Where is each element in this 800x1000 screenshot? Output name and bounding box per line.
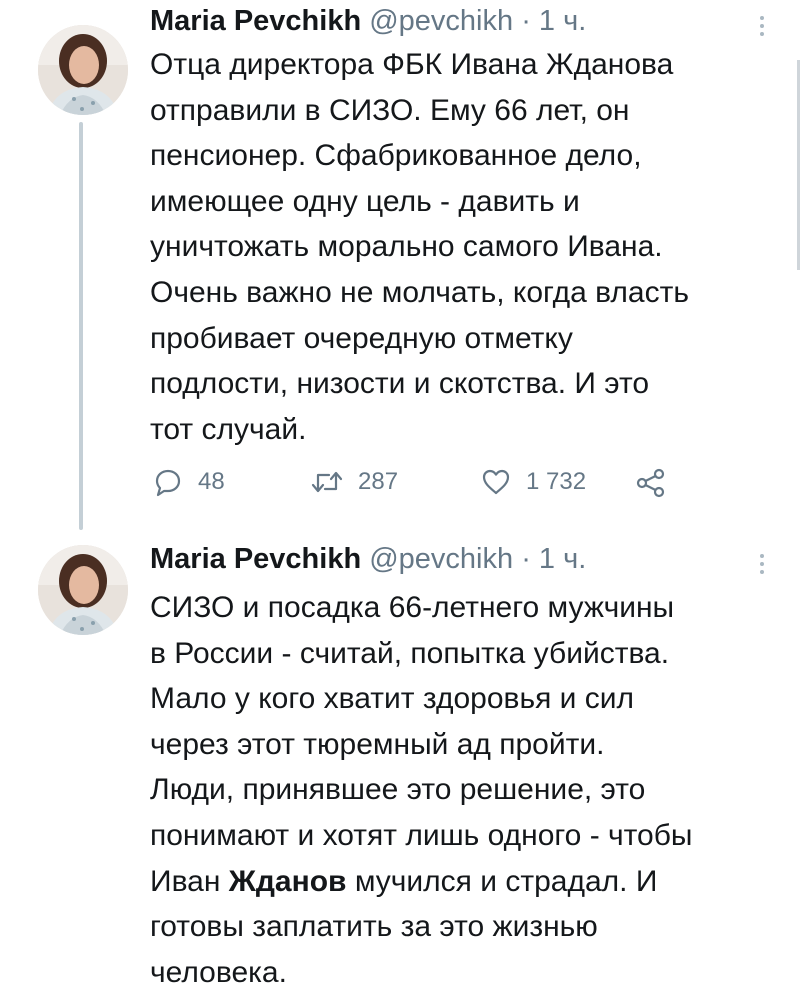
tweet[interactable]: Maria Pevchikh @pevchikh · 1 ч. Отца дир… bbox=[0, 0, 800, 520]
tweet[interactable]: Maria Pevchikh @pevchikh · 1 ч. СИЗО и п… bbox=[0, 530, 800, 1000]
separator-dot: · bbox=[521, 5, 531, 37]
tweet-text-part: СИЗО и посадка 66-летнего мужчины в Росс… bbox=[150, 591, 693, 898]
avatar-photo bbox=[38, 25, 128, 115]
bold-name-highlight: Жданов bbox=[228, 864, 347, 898]
retweet-button[interactable]: 287 bbox=[310, 466, 398, 498]
like-count: 1 732 bbox=[526, 468, 587, 495]
share-button[interactable] bbox=[635, 466, 667, 498]
author-name[interactable]: Maria Pevchikh bbox=[150, 5, 361, 37]
author-handle[interactable]: @pevchikh bbox=[369, 5, 513, 37]
avatar-photo bbox=[38, 545, 128, 635]
tweet-actions: 48 287 1 732 bbox=[150, 466, 710, 502]
author-name[interactable]: Maria Pevchikh bbox=[150, 543, 361, 575]
avatar[interactable] bbox=[38, 545, 128, 635]
like-button[interactable]: 1 732 bbox=[480, 466, 586, 498]
timestamp[interactable]: 1 ч. bbox=[539, 5, 586, 37]
author-handle[interactable]: @pevchikh bbox=[369, 543, 513, 575]
tweet-header: Maria Pevchikh @pevchikh · 1 ч. bbox=[150, 541, 740, 577]
reply-count: 48 bbox=[198, 468, 225, 495]
tweet-header: Maria Pevchikh @pevchikh · 1 ч. bbox=[150, 3, 740, 39]
share-icon bbox=[636, 468, 665, 498]
avatar[interactable] bbox=[38, 25, 128, 115]
reply-button[interactable]: 48 bbox=[152, 466, 225, 498]
timestamp[interactable]: 1 ч. bbox=[539, 543, 586, 575]
tweet-text: Отца директора ФБК Ивана Жданова отправи… bbox=[150, 48, 689, 446]
more-icon[interactable] bbox=[752, 10, 772, 42]
retweet-count: 287 bbox=[358, 468, 399, 495]
more-icon[interactable] bbox=[752, 548, 772, 580]
retweet-icon bbox=[311, 471, 343, 493]
reply-icon bbox=[155, 469, 181, 497]
tweet-text: СИЗО и посадка 66-летнего мужчины в Росс… bbox=[150, 585, 780, 995]
like-icon bbox=[482, 469, 510, 495]
separator-dot: · bbox=[521, 543, 531, 575]
